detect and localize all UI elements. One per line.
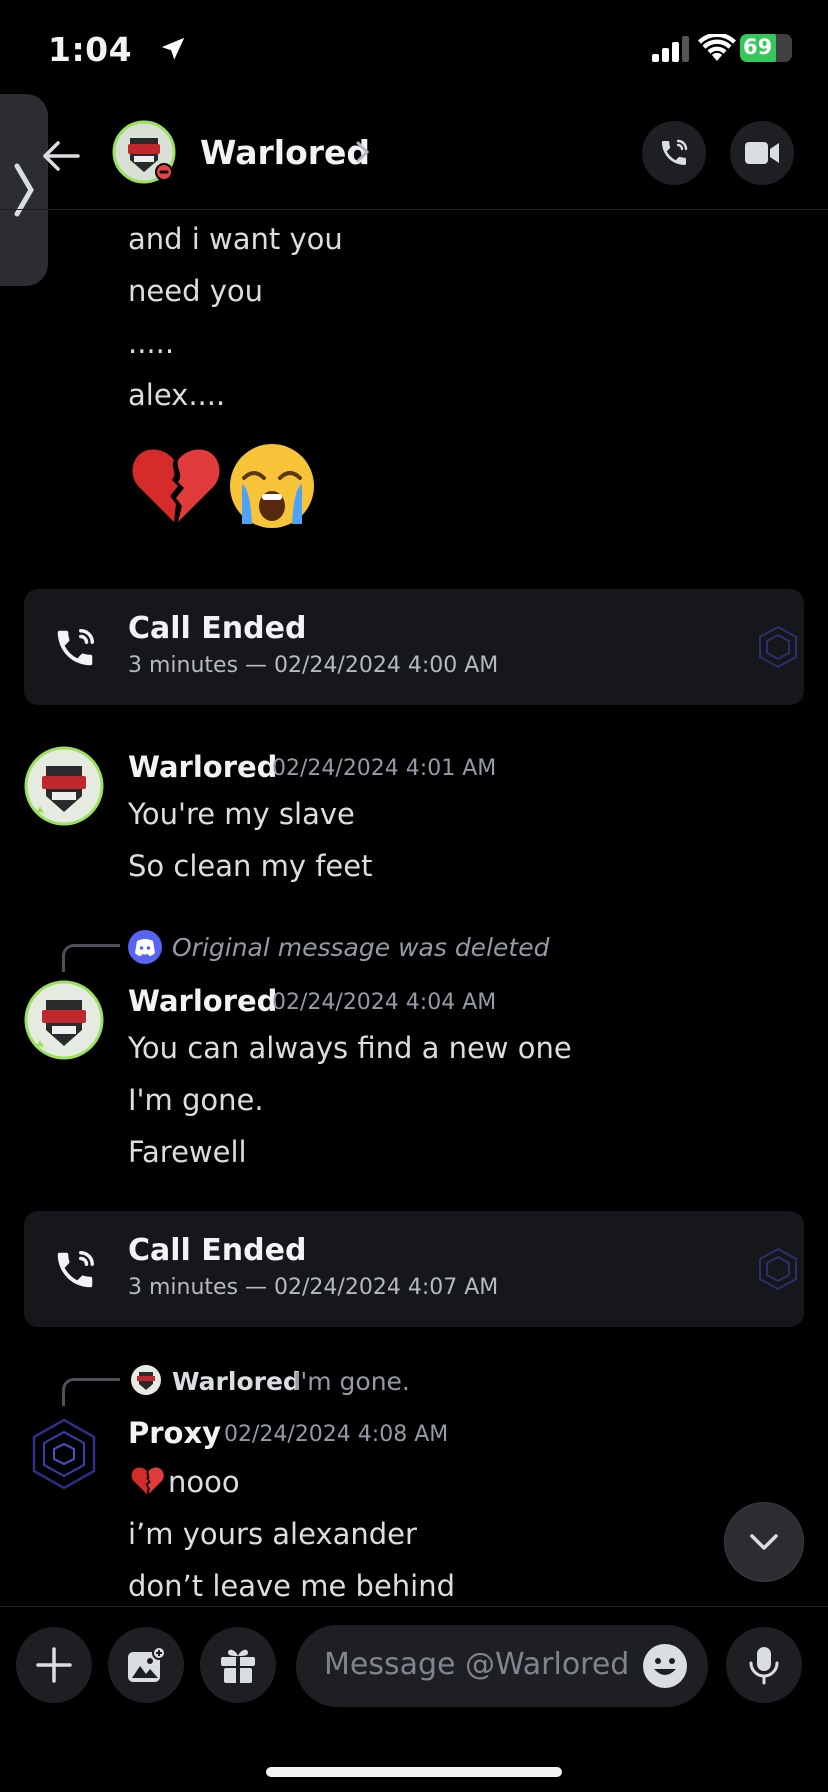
message-author[interactable]: Warlored xyxy=(128,984,277,1018)
message-input-placeholder: Message @Warlored xyxy=(324,1647,630,1682)
message-line: Farewell xyxy=(128,1135,247,1169)
message-line: You're my slave xyxy=(128,797,355,831)
message-timestamp: 02/24/2024 4:01 AM xyxy=(272,756,497,781)
call-ended-card: Call Ended 3 minutes — 02/24/2024 4:00 A… xyxy=(24,589,804,705)
voice-call-button[interactable] xyxy=(642,121,706,185)
reply-preview[interactable]: I'm gone. xyxy=(293,1367,410,1396)
reply-connector xyxy=(62,1378,120,1406)
status-time: 1:04 xyxy=(48,30,133,69)
voice-message-button[interactable] xyxy=(726,1627,802,1703)
message-author[interactable]: Proxy xyxy=(128,1416,221,1450)
video-camera-icon xyxy=(745,142,779,164)
gift-button[interactable] xyxy=(200,1627,276,1703)
user-avatar[interactable] xyxy=(24,1414,104,1494)
gallery-button[interactable] xyxy=(108,1627,184,1703)
message-line: You can always find a new one xyxy=(128,1031,572,1065)
call-ended-card: Call Ended 3 minutes — 02/24/2024 4:07 A… xyxy=(24,1211,804,1327)
image-icon xyxy=(128,1646,166,1682)
message-line: need you xyxy=(128,274,263,308)
call-title: Call Ended xyxy=(128,1233,307,1268)
back-arrow-icon[interactable] xyxy=(40,136,80,176)
reply-author-avatar xyxy=(131,1365,161,1395)
reply-preview[interactable]: Original message was deleted xyxy=(172,933,549,962)
message-line: and i want you xyxy=(128,222,343,256)
participant-avatar-icon xyxy=(759,1247,797,1291)
dm-header: Warlored xyxy=(0,100,828,210)
message-line: ..... xyxy=(128,326,175,360)
message-author[interactable]: Warlored xyxy=(128,750,277,784)
jump-to-bottom-button[interactable] xyxy=(724,1502,804,1582)
broken-heart-emoji xyxy=(132,449,220,522)
message-line: nooo xyxy=(168,1465,240,1499)
discord-logo-icon xyxy=(128,930,162,964)
user-avatar[interactable] xyxy=(24,746,104,826)
video-call-button[interactable] xyxy=(730,121,794,185)
header-avatar[interactable] xyxy=(112,120,176,184)
message-timestamp: 02/24/2024 4:08 AM xyxy=(224,1422,449,1447)
message-line: i’m yours alexander xyxy=(128,1517,417,1551)
gift-icon xyxy=(221,1649,255,1683)
message-input[interactable]: Message @Warlored xyxy=(296,1625,708,1707)
home-indicator[interactable] xyxy=(266,1767,562,1777)
reply-author[interactable]: Warlored xyxy=(172,1367,301,1396)
reply-connector xyxy=(62,944,120,972)
emoji-picker-icon[interactable] xyxy=(642,1643,688,1689)
message-line: I'm gone. xyxy=(128,1083,264,1117)
location-arrow-icon xyxy=(161,37,185,60)
call-duration: 3 minutes — 02/24/2024 4:07 AM xyxy=(128,1275,499,1300)
add-attachment-button[interactable] xyxy=(16,1627,92,1703)
message-timestamp: 02/24/2024 4:04 AM xyxy=(272,990,497,1015)
battery-indicator: 69 xyxy=(740,34,792,62)
cellular-signal-icon xyxy=(652,36,689,62)
broken-heart-emoji xyxy=(131,1467,164,1495)
wifi-icon xyxy=(698,34,736,61)
call-duration: 3 minutes — 02/24/2024 4:00 AM xyxy=(128,653,499,678)
phone-icon xyxy=(662,139,688,165)
message-line: alex.... xyxy=(128,378,226,412)
status-bar: 1:04 69 xyxy=(0,0,828,100)
chevron-down-icon xyxy=(750,1534,778,1550)
header-username[interactable]: Warlored xyxy=(200,133,370,172)
message-composer: Message @Warlored xyxy=(0,1606,828,1792)
microphone-icon xyxy=(749,1647,779,1685)
participant-avatar-icon xyxy=(759,625,797,669)
message-line: So clean my feet xyxy=(128,849,373,883)
crying-face-emoji xyxy=(230,444,314,528)
battery-percent: 69 xyxy=(743,35,773,59)
phone-icon xyxy=(57,1251,94,1288)
call-title: Call Ended xyxy=(128,611,307,646)
phone-icon xyxy=(57,629,94,666)
user-avatar[interactable] xyxy=(24,980,104,1060)
chevron-right-icon[interactable] xyxy=(356,140,370,164)
message-line: don’t leave me behind xyxy=(128,1569,456,1603)
plus-icon xyxy=(36,1647,72,1683)
